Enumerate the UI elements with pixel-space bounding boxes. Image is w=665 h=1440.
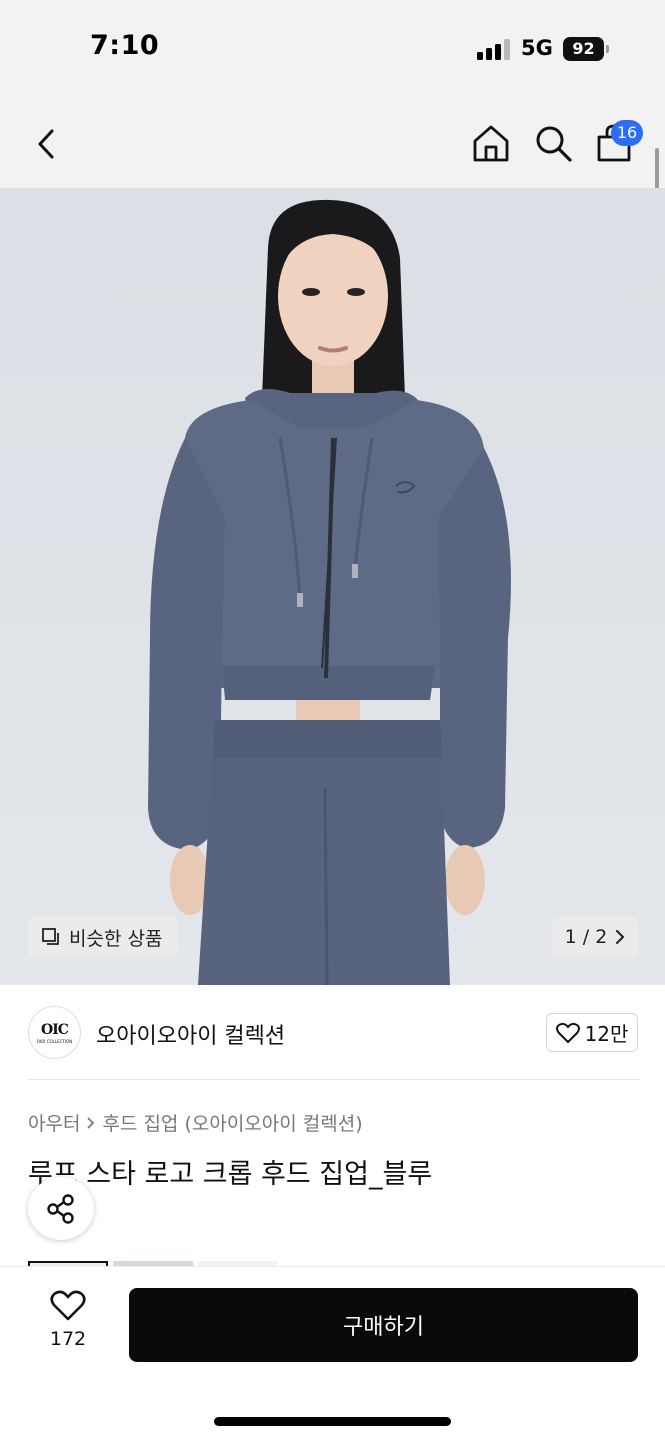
breadcrumb-subcategory[interactable]: 후드 집업 (오아이오아이 컬렉션) — [102, 1109, 362, 1136]
heart-icon — [555, 1022, 580, 1043]
wish-count: 172 — [49, 1328, 87, 1350]
home-indicator — [214, 1417, 451, 1426]
copy-icon — [42, 928, 59, 945]
product-image[interactable] — [0, 188, 665, 985]
signal-icon — [477, 38, 511, 60]
divider — [28, 1079, 639, 1080]
brand-logo-mark: OIC — [41, 1021, 69, 1038]
similar-products-label: 비슷한 상품 — [69, 927, 163, 950]
chevron-right-icon — [87, 1116, 95, 1129]
search-button[interactable] — [532, 122, 574, 164]
cart-count-badge: 16 — [611, 120, 643, 146]
brand-name[interactable]: 오아이오아이 컬렉션 — [96, 1018, 285, 1050]
back-icon — [38, 129, 54, 159]
back-button[interactable] — [30, 124, 66, 164]
breadcrumb: 아우터 후드 집업 (오아이오아이 컬렉션) — [28, 1109, 363, 1136]
share-button[interactable] — [28, 1177, 94, 1240]
battery-tip — [606, 45, 609, 53]
image-pager-label: 1 / 2 — [564, 926, 608, 948]
product-title: 루프 스타 로고 크롭 후드 집업_블루 — [28, 1159, 433, 1190]
wish-button[interactable]: 172 — [40, 1290, 96, 1360]
status-time: 7:10 — [90, 30, 160, 61]
image-pager-button[interactable]: 1 / 2 — [552, 917, 638, 957]
home-icon — [473, 125, 509, 162]
breadcrumb-category[interactable]: 아우터 — [28, 1109, 80, 1136]
similar-products-button[interactable]: 비슷한 상품 — [28, 917, 178, 957]
share-icon — [47, 1193, 74, 1224]
buy-button[interactable]: 구매하기 — [129, 1288, 638, 1362]
brand-logo[interactable]: OIC OIOI COLLECTION — [28, 1006, 81, 1059]
search-icon — [536, 126, 572, 162]
brand-logo-subtext: OIOI COLLECTION — [36, 1038, 73, 1044]
chevron-right-icon — [616, 930, 625, 944]
model-photo — [0, 188, 665, 985]
brand-like-button[interactable]: 12만 — [546, 1013, 638, 1052]
heart-icon — [50, 1290, 86, 1321]
status-bar: 7:10 5G 92 — [0, 0, 665, 100]
app-header — [0, 100, 665, 188]
battery-icon: 92 — [563, 37, 604, 61]
network-label: 5G — [521, 36, 553, 60]
home-button[interactable] — [470, 122, 512, 164]
brand-like-count: 12만 — [584, 1022, 629, 1046]
